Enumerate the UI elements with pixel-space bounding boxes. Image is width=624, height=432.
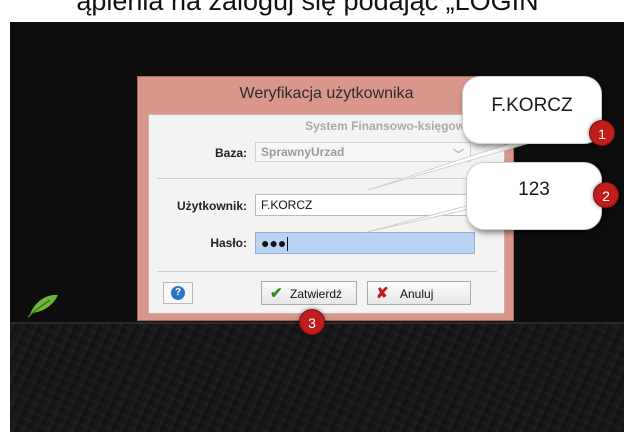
step-2-badge: 2 — [593, 182, 619, 208]
callout-1-text: F.KORCZ — [491, 95, 573, 116]
step-1-badge: 1 — [589, 120, 615, 146]
step-3-badge: 3 — [299, 309, 325, 335]
callout-2-text: 123 — [518, 179, 550, 200]
callout-1: F.KORCZ — [462, 76, 602, 144]
callout-2: 123 — [466, 162, 602, 230]
